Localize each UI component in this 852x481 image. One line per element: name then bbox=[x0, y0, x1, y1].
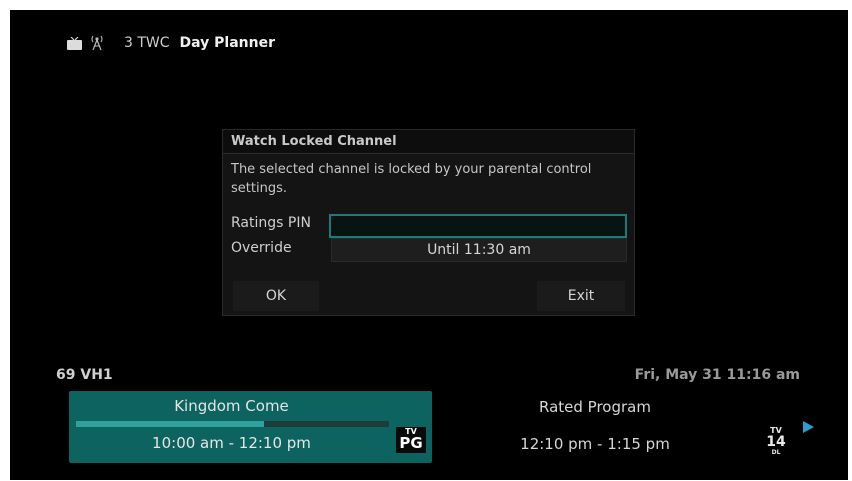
tv-screen: 3 TWC Day Planner Watch Locked Channel T… bbox=[10, 10, 848, 480]
current-program-time: 10:00 am - 12:10 pm bbox=[152, 434, 311, 452]
tv-14-rating-icon: TV 14 DL bbox=[764, 426, 788, 460]
info-channel: 69 VH1 bbox=[56, 367, 113, 383]
current-program[interactable]: Kingdom Come 10:00 am - 12:10 pm TV PG bbox=[69, 391, 432, 463]
top-bar: 3 TWC Day Planner bbox=[67, 32, 275, 54]
ratings-pin-label: Ratings PIN bbox=[231, 215, 311, 231]
current-channel: 3 TWC bbox=[124, 35, 170, 51]
program-progress-fill bbox=[76, 421, 264, 427]
exit-button[interactable]: Exit bbox=[537, 281, 625, 311]
ok-button[interactable]: OK bbox=[233, 281, 319, 311]
next-program-title[interactable]: Rated Program bbox=[480, 398, 710, 416]
ratings-pin-input[interactable] bbox=[329, 214, 627, 238]
antenna-icon bbox=[91, 35, 103, 51]
override-select[interactable]: Until 11:30 am bbox=[331, 238, 627, 262]
date-time: Fri, May 31 11:16 am bbox=[634, 367, 800, 383]
rating-code: PG bbox=[399, 434, 423, 452]
next-rating-sub: DL bbox=[771, 449, 781, 456]
tv-pg-rating-icon: TV PG bbox=[396, 427, 426, 453]
current-program-title: Kingdom Come bbox=[174, 397, 289, 415]
program-progress-bar bbox=[76, 421, 389, 427]
next-arrow-icon[interactable] bbox=[803, 421, 814, 433]
next-program-time: 12:10 pm - 1:15 pm bbox=[520, 435, 670, 453]
dialog-message: The selected channel is locked by your p… bbox=[231, 162, 592, 196]
tv-icon bbox=[67, 36, 82, 50]
locked-channel-dialog: Watch Locked Channel The selected channe… bbox=[222, 129, 635, 316]
override-label: Override bbox=[231, 240, 292, 256]
dialog-title: Watch Locked Channel bbox=[223, 130, 634, 154]
next-rating-code: 14 bbox=[766, 434, 786, 450]
screen-title: Day Planner bbox=[179, 35, 276, 51]
